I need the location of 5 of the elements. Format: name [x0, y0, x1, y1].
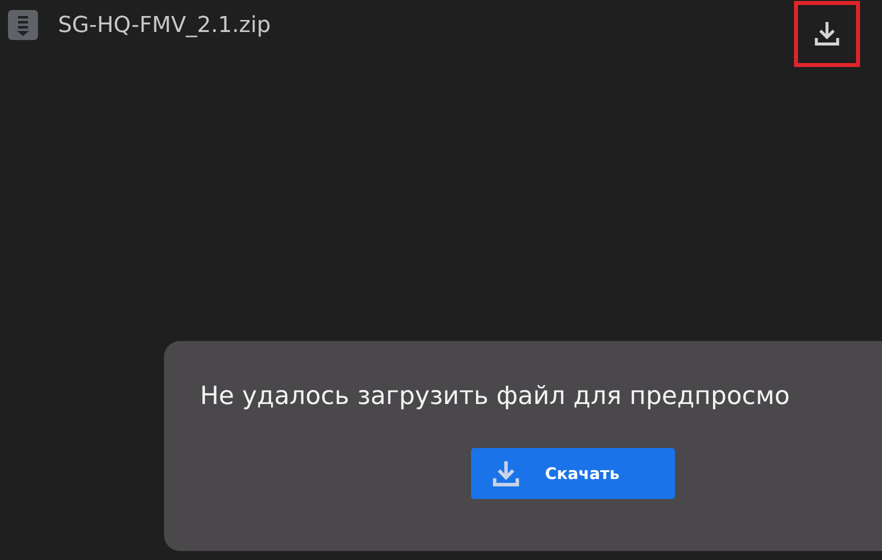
archive-file-icon — [8, 10, 38, 40]
download-button[interactable] — [794, 1, 860, 67]
download-button[interactable]: Скачать — [471, 448, 675, 499]
file-name: SG-HQ-FMV_2.1.zip — [58, 12, 271, 38]
error-message: Не удалось загрузить файл для предпросмо — [200, 381, 791, 410]
